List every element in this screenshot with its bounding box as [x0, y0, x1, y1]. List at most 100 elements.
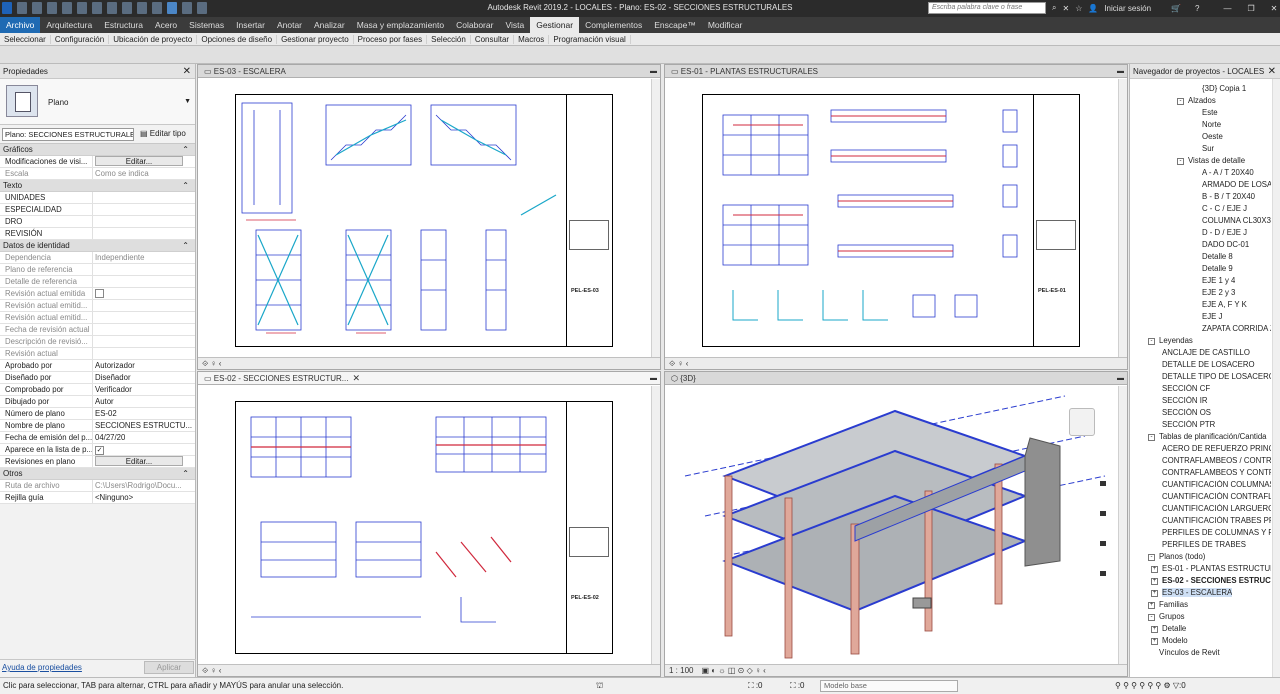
- prop-row[interactable]: UNIDADES: [0, 192, 195, 204]
- prop-row[interactable]: Nombre de plano SECCIONES ESTRUCTU...: [0, 420, 195, 432]
- tab-sistemas[interactable]: Sistemas: [183, 17, 230, 33]
- close-icon[interactable]: ✕: [183, 64, 191, 79]
- signin-link[interactable]: Iniciar sesión: [1104, 4, 1151, 13]
- prop-value-cell[interactable]: [93, 228, 195, 239]
- checkbox-checked[interactable]: ✓: [95, 446, 104, 455]
- prop-row[interactable]: Descripción de revisió...: [0, 336, 195, 348]
- collapse-icon[interactable]: ⌃: [182, 468, 189, 480]
- tree-item[interactable]: CUANTIFICACIÓN LARGUEROS: [1162, 504, 1271, 513]
- edit-button[interactable]: Editar...: [95, 156, 183, 166]
- tree-item[interactable]: CONTRAFLAMBEOS Y CONTRA: [1162, 468, 1271, 477]
- tab-complementos[interactable]: Complementos: [579, 17, 648, 33]
- prop-value-cell[interactable]: [93, 192, 195, 203]
- tree-toggle-icon[interactable]: -: [1148, 434, 1155, 441]
- type-selector[interactable]: Plano ▼: [0, 79, 195, 125]
- tree-toggle-icon[interactable]: +: [1151, 626, 1158, 633]
- view-es01[interactable]: ▭ ES-01 - PLANTAS ESTRUCTURALES ▬ PEL-ES-…: [664, 64, 1128, 370]
- prop-row[interactable]: Dependencia Independiente: [0, 252, 195, 264]
- selection-tools-icon[interactable]: ⚲ ⚲ ⚲ ⚲ ⚲ ⚲ ⚙ ▽:0: [1115, 678, 1186, 694]
- prop-row[interactable]: Comprobado por Verificador: [0, 384, 195, 396]
- prop-row[interactable]: Revisiones en plano Editar...: [0, 456, 195, 468]
- prop-value-cell[interactable]: [93, 204, 195, 215]
- tree-toggle-icon[interactable]: +: [1151, 590, 1158, 597]
- worksets-icon[interactable]: ⛫: [596, 678, 603, 694]
- instance-selector[interactable]: Plano: SECCIONES ESTRUCTURALE ⌄: [2, 128, 134, 141]
- tree-item[interactable]: Este: [1202, 108, 1218, 117]
- tree-item[interactable]: CUANTIFICACIÓN CONTRAFLA: [1162, 492, 1271, 501]
- sync-icon[interactable]: [47, 2, 57, 14]
- tree-item[interactable]: ES-03 - ESCALERA: [1162, 588, 1233, 597]
- panel-opciones-diseno[interactable]: Opciones de diseño: [197, 34, 278, 44]
- prop-row[interactable]: Rejilla guía <Ninguno>: [0, 492, 195, 504]
- tree-item[interactable]: Norte: [1202, 120, 1221, 129]
- minimize-icon[interactable]: —: [1223, 4, 1231, 13]
- prop-value-cell[interactable]: [93, 276, 195, 287]
- nav-icon[interactable]: ⟐ ♀ ‹: [202, 666, 221, 675]
- view-es02[interactable]: ▭ ES-02 - SECCIONES ESTRUCTUR... ✕ ▬ PEL-E…: [197, 371, 661, 677]
- tree-item[interactable]: Planos (todo): [1159, 552, 1205, 561]
- tab-acero[interactable]: Acero: [149, 17, 183, 33]
- prop-section[interactable]: Datos de identidad ⌃: [0, 240, 195, 252]
- prop-value-cell[interactable]: [93, 216, 195, 227]
- print-icon[interactable]: [92, 2, 102, 14]
- vertical-scrollbar[interactable]: [1118, 386, 1127, 664]
- prop-row[interactable]: Ruta de archivo C:\Users\Rodrigo\Docu...: [0, 480, 195, 492]
- panel-fases[interactable]: Proceso por fases: [354, 34, 428, 44]
- prop-row[interactable]: Aparece en la lista de p... ✓: [0, 444, 195, 456]
- favorites-icon[interactable]: ☆: [1075, 4, 1082, 13]
- panel-seleccion[interactable]: Selección: [427, 34, 471, 44]
- tree-item[interactable]: {3D} Copia 1: [1202, 84, 1246, 93]
- prop-value-cell[interactable]: C:\Users\Rodrigo\Docu...: [93, 480, 195, 491]
- tree-toggle-icon[interactable]: -: [1148, 338, 1155, 345]
- edit-button[interactable]: Editar...: [95, 456, 183, 466]
- scale-label[interactable]: 1 : 100: [669, 666, 693, 675]
- viewcube-icon[interactable]: [1069, 408, 1095, 436]
- save-icon[interactable]: [32, 2, 42, 14]
- tab-modificar[interactable]: Modificar: [702, 17, 748, 33]
- prop-value-cell[interactable]: Autorizador: [93, 360, 195, 371]
- prop-value-cell[interactable]: Editar...: [93, 156, 195, 167]
- redo-icon[interactable]: [77, 2, 87, 14]
- tree-item[interactable]: Leyendas: [1159, 336, 1193, 345]
- prop-value-cell[interactable]: Autor: [93, 396, 195, 407]
- prop-value-cell[interactable]: [93, 264, 195, 275]
- collapse-icon[interactable]: ⌃: [182, 180, 189, 192]
- view-menu-icon[interactable]: ▬: [1117, 372, 1124, 385]
- cart-icon[interactable]: 🛒: [1171, 4, 1181, 13]
- tab-enscape[interactable]: Enscape™: [648, 17, 702, 33]
- restore-icon[interactable]: ❐: [1247, 4, 1254, 13]
- tree-item[interactable]: SECCIÓN CF: [1162, 384, 1210, 393]
- close-icon[interactable]: ✕: [1268, 64, 1276, 79]
- prop-value-cell[interactable]: Editar...: [93, 456, 195, 467]
- panel-programacion-visual[interactable]: Programación visual: [549, 34, 631, 44]
- open-icon[interactable]: [17, 2, 27, 14]
- prop-row[interactable]: Escala Como se indica: [0, 168, 195, 180]
- close-icon[interactable]: ✕: [1271, 4, 1278, 13]
- prop-row[interactable]: Revisión actual emitid...: [0, 300, 195, 312]
- tree-toggle-icon[interactable]: +: [1151, 578, 1158, 585]
- tree-item[interactable]: EJE 1 y 4: [1202, 276, 1235, 285]
- prop-value-cell[interactable]: SECCIONES ESTRUCTU...: [93, 420, 195, 431]
- panel-configuracion[interactable]: Configuración: [51, 34, 110, 44]
- subscription-icon[interactable]: ✕: [1062, 4, 1069, 13]
- tree-item[interactable]: B - B / T 20X40: [1202, 192, 1255, 201]
- prop-row[interactable]: Fecha de emisión del p... 04/27/20: [0, 432, 195, 444]
- prop-value-cell[interactable]: [93, 348, 195, 359]
- section-icon[interactable]: [152, 2, 162, 14]
- prop-row[interactable]: Diseñado por Diseñador: [0, 372, 195, 384]
- tab-archivo[interactable]: Archivo: [0, 17, 41, 33]
- collapse-icon[interactable]: ⌃: [182, 144, 189, 156]
- panel-gestionar-proyecto[interactable]: Gestionar proyecto: [277, 34, 354, 44]
- tree-item[interactable]: ES-01 - PLANTAS ESTRUCTURA: [1162, 564, 1271, 573]
- tree-item[interactable]: CONTRAFLAMBEOS / CONTRA: [1162, 456, 1271, 465]
- checkbox[interactable]: [95, 289, 104, 298]
- prop-row[interactable]: Fecha de revisión actual: [0, 324, 195, 336]
- tree-item[interactable]: Familias: [1159, 600, 1188, 609]
- tree-toggle-icon[interactable]: +: [1151, 566, 1158, 573]
- view-3d[interactable]: ⬡ {3D} ▬ 1 : 100 ▣ ◐ ☼ ◫ ⊙ ◇ ♀ ‹: [664, 371, 1128, 677]
- prop-value-cell[interactable]: [93, 300, 195, 311]
- tree-item[interactable]: Vistas de detalle: [1188, 156, 1245, 165]
- vertical-scrollbar[interactable]: [651, 386, 660, 664]
- collapse-icon[interactable]: ⌃: [182, 240, 189, 252]
- tab-vista[interactable]: Vista: [499, 17, 530, 33]
